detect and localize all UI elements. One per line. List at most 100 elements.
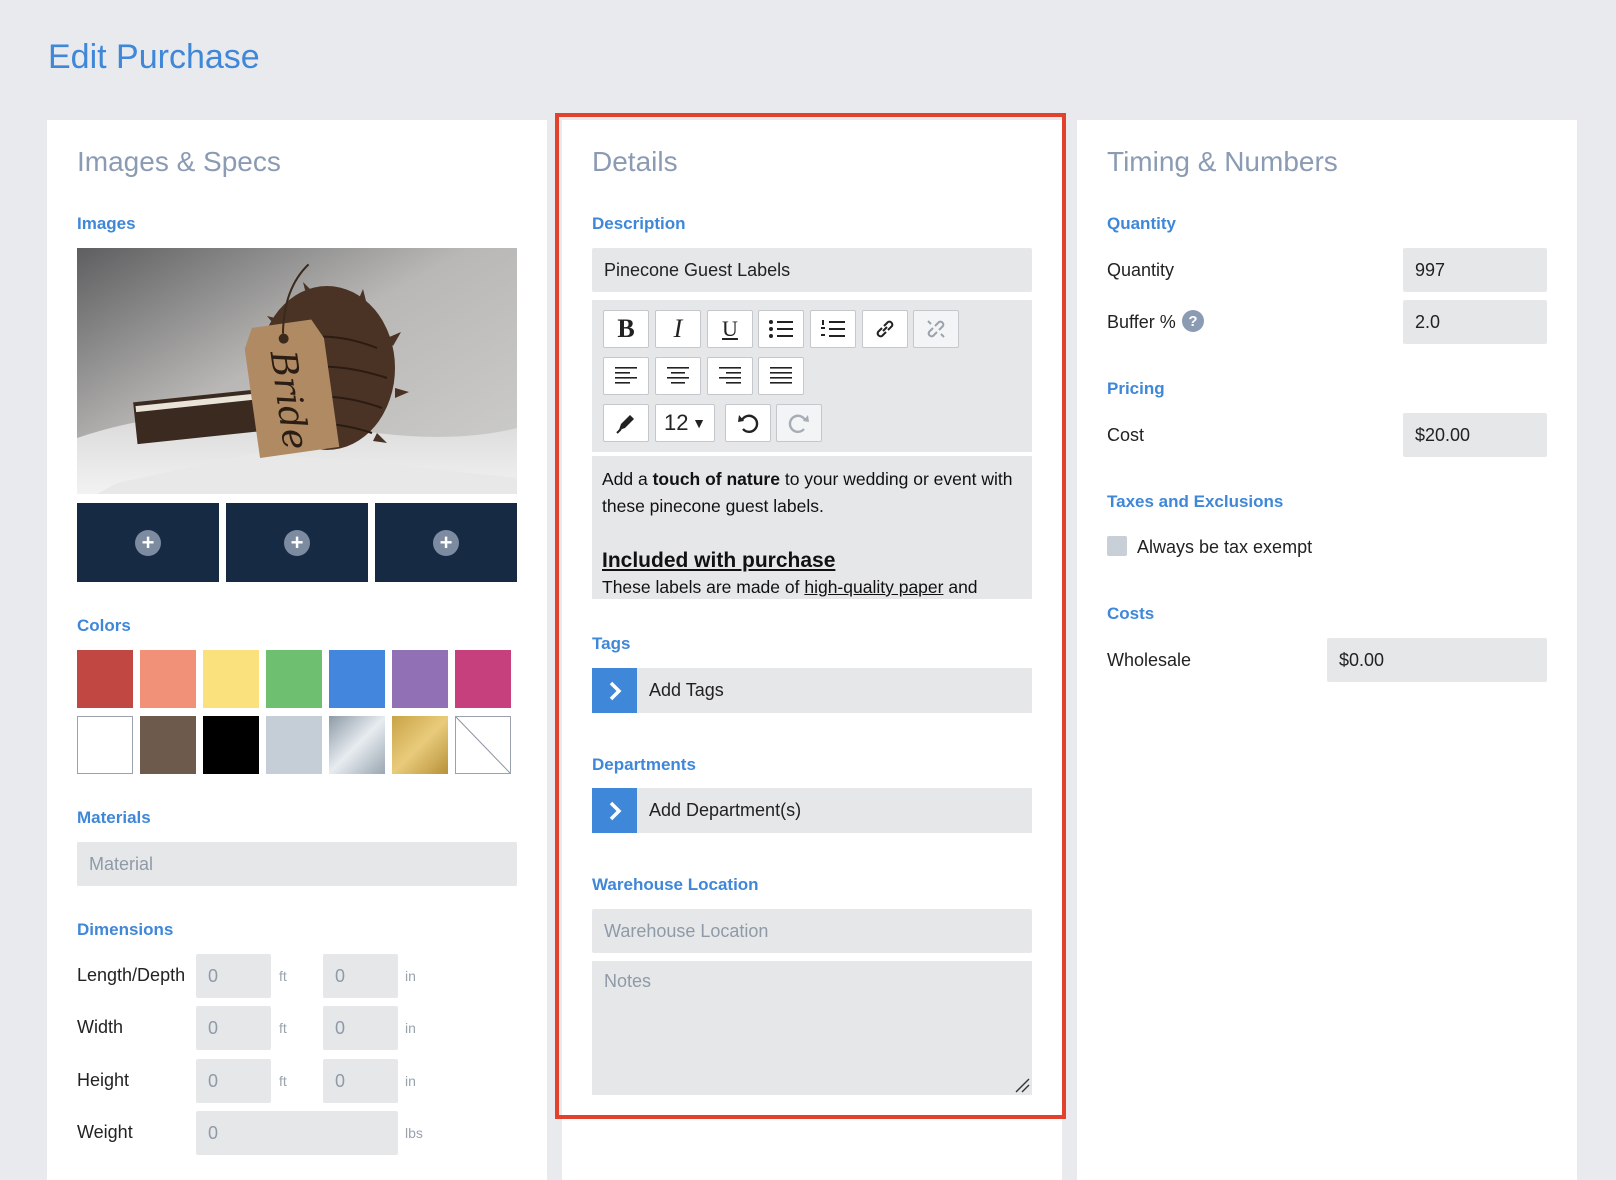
bullet-list-button[interactable] xyxy=(758,310,804,348)
add-tags-button[interactable]: Add Tags xyxy=(592,668,1032,713)
color-swatch[interactable] xyxy=(392,650,448,708)
quantity-section-label: Quantity xyxy=(1107,214,1176,233)
link-icon xyxy=(876,320,894,338)
length-ft-unit: ft xyxy=(279,968,287,984)
width-label: Width xyxy=(77,1017,124,1037)
numbered-list-icon xyxy=(821,320,845,337)
description-label: Description xyxy=(592,214,686,233)
color-swatch[interactable] xyxy=(140,716,196,774)
italic-button[interactable]: I xyxy=(655,310,701,348)
font-size-select[interactable]: 12 ▼ xyxy=(655,404,715,442)
editor-heading: Included with purchase xyxy=(602,549,836,572)
warehouse-label: Warehouse Location xyxy=(592,875,759,894)
bold-button[interactable]: B xyxy=(603,310,649,348)
link-button[interactable] xyxy=(862,310,908,348)
page-title: Edit Purchase xyxy=(48,38,260,76)
chevron-right-icon xyxy=(592,788,637,833)
add-image-button-3[interactable]: + xyxy=(375,503,517,582)
unlink-icon xyxy=(927,320,945,338)
bullet-list-icon xyxy=(769,320,793,338)
color-swatch[interactable] xyxy=(77,650,133,708)
align-left-icon xyxy=(615,367,637,384)
bold-icon: B xyxy=(617,314,635,343)
departments-label: Departments xyxy=(592,755,696,774)
text-color-button[interactable] xyxy=(603,404,649,442)
color-swatch[interactable] xyxy=(455,650,511,708)
width-ft-unit: ft xyxy=(279,1020,287,1036)
tax-exempt-label[interactable]: Always be tax exempt xyxy=(1137,537,1312,558)
material-input[interactable]: Material xyxy=(77,842,517,886)
editor-paragraph-1: Add a touch of nature to your wedding or… xyxy=(602,469,1013,516)
length-in-unit: in xyxy=(405,968,416,984)
tax-exempt-checkbox[interactable] xyxy=(1107,536,1127,556)
plus-icon: + xyxy=(433,529,459,556)
justify-button[interactable] xyxy=(758,357,804,395)
color-swatch[interactable] xyxy=(77,716,133,774)
images-specs-title: Images & Specs xyxy=(77,146,281,177)
color-swatch[interactable] xyxy=(203,650,259,708)
description-editor-body[interactable]: Add a touch of nature to your wedding or… xyxy=(592,456,1032,599)
notes-placeholder: Notes xyxy=(604,971,652,991)
italic-icon: I xyxy=(673,314,683,343)
height-ft-input[interactable]: 0 xyxy=(196,1059,271,1103)
redo-button[interactable] xyxy=(776,404,822,442)
resize-handle-icon[interactable] xyxy=(1014,1077,1030,1093)
chevron-down-icon: ▼ xyxy=(692,415,706,431)
align-right-button[interactable] xyxy=(707,357,753,395)
width-in-input[interactable]: 0 xyxy=(323,1006,398,1050)
help-icon[interactable]: ? xyxy=(1182,310,1204,332)
add-departments-label: Add Department(s) xyxy=(649,800,802,820)
color-swatch[interactable] xyxy=(266,716,322,774)
taxes-label: Taxes and Exclusions xyxy=(1107,492,1284,511)
colors-label: Colors xyxy=(77,616,131,635)
costs-label: Costs xyxy=(1107,604,1155,623)
pricing-label: Pricing xyxy=(1107,379,1165,398)
length-label: Length/Depth xyxy=(77,965,186,985)
undo-button[interactable] xyxy=(725,404,771,442)
description-input[interactable]: Pinecone Guest Labels xyxy=(592,248,1032,292)
wholesale-label: Wholesale xyxy=(1107,650,1192,670)
unlink-button[interactable] xyxy=(913,310,959,348)
length-ft-input[interactable]: 0 xyxy=(196,954,271,998)
weight-label: Weight xyxy=(77,1122,133,1142)
buffer-label: Buffer % xyxy=(1107,312,1176,332)
wholesale-input[interactable]: $0.00 xyxy=(1327,638,1547,682)
warehouse-location-input[interactable]: Warehouse Location xyxy=(592,909,1032,953)
width-ft-input[interactable]: 0 xyxy=(196,1006,271,1050)
color-swatch[interactable] xyxy=(455,716,511,774)
plus-icon: + xyxy=(135,529,161,556)
weight-input[interactable]: 0 xyxy=(196,1111,398,1155)
align-center-icon xyxy=(667,367,689,384)
color-swatch[interactable] xyxy=(329,716,385,774)
cost-input[interactable]: $20.00 xyxy=(1403,413,1547,457)
add-departments-button[interactable]: Add Department(s) xyxy=(592,788,1032,833)
timing-numbers-title: Timing & Numbers xyxy=(1107,146,1338,177)
numbered-list-button[interactable] xyxy=(810,310,856,348)
editor-paragraph-2: These labels are made of high-quality pa… xyxy=(602,577,978,597)
height-in-unit: in xyxy=(405,1073,416,1089)
color-swatch[interactable] xyxy=(266,650,322,708)
quantity-label: Quantity xyxy=(1107,260,1175,280)
buffer-input[interactable]: 2.0 xyxy=(1403,300,1547,344)
color-swatch[interactable] xyxy=(203,716,259,774)
product-image[interactable]: Bride xyxy=(77,248,517,494)
redo-icon xyxy=(788,414,809,433)
underline-button[interactable]: U xyxy=(707,310,753,348)
align-left-button[interactable] xyxy=(603,357,649,395)
height-in-input[interactable]: 0 xyxy=(323,1059,398,1103)
add-tags-label: Add Tags xyxy=(649,680,724,700)
quantity-input[interactable]: 997 xyxy=(1403,248,1547,292)
color-swatch[interactable] xyxy=(140,650,196,708)
add-image-button-2[interactable]: + xyxy=(226,503,368,582)
color-swatch[interactable] xyxy=(392,716,448,774)
height-ft-unit: ft xyxy=(279,1073,287,1089)
notes-textarea[interactable]: Notes xyxy=(592,961,1032,1095)
add-image-button-1[interactable]: + xyxy=(77,503,219,582)
justify-icon xyxy=(770,367,792,384)
align-center-button[interactable] xyxy=(655,357,701,395)
plus-icon: + xyxy=(284,529,310,556)
color-swatch[interactable] xyxy=(329,650,385,708)
length-in-input[interactable]: 0 xyxy=(323,954,398,998)
undo-icon xyxy=(738,414,759,433)
materials-label: Materials xyxy=(77,808,151,827)
